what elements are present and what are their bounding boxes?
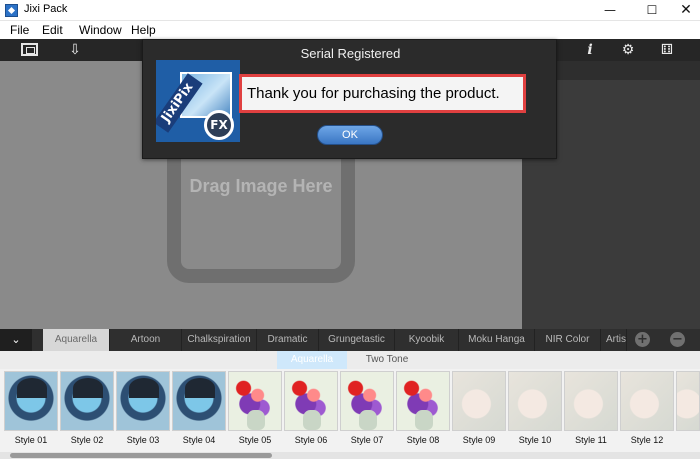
style-label: Style 05 bbox=[238, 435, 272, 445]
logo-badge: FX bbox=[204, 110, 234, 140]
dice-icon[interactable]: ⚅ bbox=[657, 41, 677, 59]
style-label: Style 01 bbox=[14, 435, 48, 445]
minimize-button[interactable]: — bbox=[592, 0, 628, 21]
tab-aquarella[interactable]: Aquarella bbox=[43, 329, 110, 351]
serial-registered-dialog: Serial Registered JixiPix FX Thank you f… bbox=[142, 39, 557, 159]
style-thumbnail[interactable] bbox=[508, 371, 562, 431]
style-thumbnail[interactable] bbox=[60, 371, 114, 431]
menu-file[interactable]: File bbox=[10, 23, 29, 37]
tab-nir-color[interactable]: NIR Color bbox=[535, 329, 601, 351]
tab-grungetastic[interactable]: Grungetastic bbox=[319, 329, 395, 351]
style-thumbnail[interactable] bbox=[620, 371, 674, 431]
style-thumbnail[interactable] bbox=[564, 371, 618, 431]
style-thumbnail[interactable] bbox=[284, 371, 338, 431]
dialog-title: Serial Registered bbox=[300, 46, 401, 61]
remove-category-button[interactable]: − bbox=[670, 332, 685, 347]
subtab-two-tone[interactable]: Two Tone bbox=[347, 351, 427, 369]
style-thumbnail[interactable] bbox=[172, 371, 226, 431]
style-label: Style 06 bbox=[294, 435, 328, 445]
style-thumbnail[interactable] bbox=[228, 371, 282, 431]
style-label: Style 11 bbox=[575, 435, 607, 445]
style-label: Style 12 bbox=[630, 435, 664, 445]
jixipix-fx-logo: JixiPix FX bbox=[156, 60, 240, 142]
drop-zone-frame bbox=[167, 143, 355, 283]
subtab-bar: Aquarella Two Tone bbox=[0, 351, 700, 369]
style-label: Style 08 bbox=[406, 435, 440, 445]
window-title: Jixi Pack bbox=[24, 3, 68, 15]
title-bar: Jixi Pack — ☐ ✕ bbox=[0, 0, 700, 21]
style-thumbnail-strip: Style 01 Style 02 Style 03 Style 04 Styl… bbox=[0, 369, 700, 459]
dialog-message: Thank you for purchasing the product. bbox=[247, 85, 500, 102]
style-label: Style 03 bbox=[126, 435, 160, 445]
chevron-down-icon[interactable]: ⌄ bbox=[0, 329, 32, 351]
tab-moku-hanga[interactable]: Moku Hanga bbox=[459, 329, 535, 351]
frame-icon[interactable] bbox=[20, 41, 40, 59]
app-icon bbox=[5, 4, 18, 17]
tab-artis[interactable]: Artis bbox=[601, 329, 627, 351]
close-button[interactable]: ✕ bbox=[668, 0, 700, 21]
style-thumbnail[interactable] bbox=[676, 371, 700, 431]
scrollbar-thumb[interactable] bbox=[10, 453, 272, 458]
tab-chalkspiration[interactable]: Chalkspiration bbox=[182, 329, 257, 351]
style-thumbnail[interactable] bbox=[452, 371, 506, 431]
add-category-button[interactable]: + bbox=[635, 332, 650, 347]
subtab-aquarella[interactable]: Aquarella bbox=[277, 351, 347, 369]
style-label: Style 04 bbox=[182, 435, 216, 445]
tab-kyoobik[interactable]: Kyoobik bbox=[395, 329, 459, 351]
drop-zone-text: Drag Image Here bbox=[189, 176, 333, 196]
tab-dramatic[interactable]: Dramatic bbox=[257, 329, 319, 351]
style-label: Style 02 bbox=[70, 435, 104, 445]
maximize-button[interactable]: ☐ bbox=[634, 0, 670, 21]
style-label: Style 10 bbox=[518, 435, 552, 445]
save-tray-icon[interactable]: ⇩ bbox=[65, 41, 85, 59]
ok-button[interactable]: OK bbox=[317, 125, 383, 145]
style-label: Style 09 bbox=[462, 435, 496, 445]
style-thumbnail[interactable] bbox=[116, 371, 170, 431]
style-thumbnail[interactable] bbox=[340, 371, 394, 431]
info-icon[interactable]: i bbox=[580, 41, 600, 59]
menu-bar: File Edit Window Help bbox=[0, 21, 700, 39]
thumbnail-scrollbar[interactable] bbox=[0, 452, 700, 459]
style-thumbnail[interactable] bbox=[396, 371, 450, 431]
settings-icon[interactable]: ⚙ bbox=[618, 41, 638, 59]
style-label: Style 07 bbox=[350, 435, 384, 445]
menu-window[interactable]: Window bbox=[79, 23, 122, 37]
tab-artoon[interactable]: Artoon bbox=[110, 329, 182, 351]
category-tab-bar: ⌄ Aquarella Artoon Chalkspiration Dramat… bbox=[0, 329, 700, 351]
menu-help[interactable]: Help bbox=[131, 23, 156, 37]
style-thumbnail[interactable] bbox=[4, 371, 58, 431]
message-highlight: Thank you for purchasing the product. bbox=[239, 74, 526, 113]
menu-edit[interactable]: Edit bbox=[42, 23, 63, 37]
